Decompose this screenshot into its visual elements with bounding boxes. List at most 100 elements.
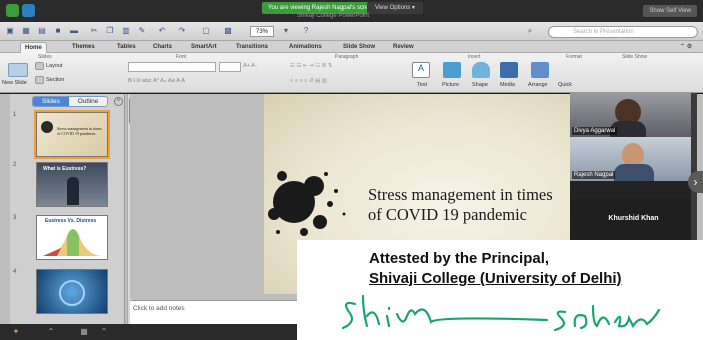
tab-review[interactable]: Review: [393, 42, 414, 53]
new-slide-button[interactable]: New Slide: [2, 80, 27, 86]
slide-thumbnail-4[interactable]: [36, 269, 108, 314]
group-label-slides: Slides: [38, 54, 52, 60]
show-self-view-button[interactable]: Show Self View: [643, 5, 697, 17]
media-icon[interactable]: [500, 62, 518, 78]
section-icon: [35, 76, 44, 84]
slide-number: 1: [13, 112, 17, 118]
slide-title[interactable]: Stress management in times of COVID 19 p…: [368, 185, 553, 225]
font-style-icons[interactable]: B I U abc A² A₂ Aa A A: [128, 78, 185, 84]
slide-thumbnail-1[interactable]: Stress management in times of COVID 19 p…: [34, 110, 110, 159]
view-options-button[interactable]: View Options ▾: [367, 2, 423, 14]
tab-slide-show[interactable]: Slide Show: [343, 42, 375, 53]
tab-slides[interactable]: Slides: [33, 97, 69, 106]
bell-curve-graphic: [43, 229, 103, 256]
slide-number: 3: [13, 215, 17, 221]
participant-body-decor: [614, 164, 654, 181]
align-icons[interactable]: ≡ ≡ ≡ ≡ ⇵ ▤ ▥: [290, 78, 327, 84]
ribbon-tabs: Home Themes Tables Charts SmartArt Trans…: [0, 41, 703, 53]
security-shield-icon[interactable]: [22, 4, 35, 17]
standard-toolbar: ▣ ▦ ▤ ■ ▬ ✂ ❐ ▥ ✎ ↶ ↷ ▢ ▩ 73% ▾ ? ⌕ Sear…: [0, 22, 703, 41]
thumbnail-title: Stress management in times of COVID 19 p…: [57, 126, 102, 136]
layout-icon: [35, 62, 44, 70]
ribbon-home: Slides Font Paragraph Insert Format Slid…: [0, 53, 703, 93]
quick-styles-button[interactable]: Quick: [558, 82, 572, 88]
tab-outline[interactable]: Outline: [68, 97, 108, 106]
cut-icon[interactable]: ✂: [88, 25, 100, 37]
chevron-right-icon[interactable]: ›: [688, 171, 703, 193]
font-grow-icon[interactable]: A+ A-: [243, 63, 257, 69]
search-options-icon[interactable]: ⌕: [524, 25, 536, 37]
sidebar-tabs: Slides Outline: [32, 96, 109, 107]
search-input[interactable]: Search in Presentation: [548, 26, 698, 38]
section-button[interactable]: Section: [46, 77, 64, 83]
slide-title-line-2: of COVID 19 pandemic: [368, 205, 528, 224]
undo-icon[interactable]: ↶: [156, 25, 168, 37]
insert-shape-label[interactable]: Shape: [472, 82, 488, 88]
tab-home[interactable]: Home: [20, 42, 47, 53]
slide-thumbnail-2[interactable]: What is Eustress?: [36, 162, 108, 207]
font-name-field[interactable]: [128, 62, 216, 72]
print-icon[interactable]: ▬: [68, 25, 80, 37]
font-size-field[interactable]: [219, 62, 241, 72]
help-icon[interactable]: ?: [300, 25, 312, 37]
insert-picture-label[interactable]: Picture: [442, 82, 459, 88]
new-icon[interactable]: ▣: [4, 25, 16, 37]
group-label-paragraph: Paragraph: [335, 54, 359, 60]
group-label-slide-show: Slide Show: [622, 54, 648, 60]
gallery-icon[interactable]: ▩: [222, 25, 234, 37]
bullets-icon[interactable]: ☰ ☰ ⇤ ⇥ ☷ ≣ ⇅: [290, 63, 332, 69]
document-title: Shivaji College PowerPoint: [297, 13, 370, 19]
paste-icon[interactable]: ▥: [120, 25, 132, 37]
notes-placeholder: Click to add notes: [133, 305, 185, 312]
group-label-insert: Insert: [468, 54, 481, 60]
participant-name-3[interactable]: Khurshid Khan: [570, 199, 697, 239]
redo-icon[interactable]: ↷: [176, 25, 188, 37]
tab-themes[interactable]: Themes: [72, 42, 95, 53]
templates-icon[interactable]: ▦: [20, 25, 32, 37]
insert-text-label[interactable]: Text: [417, 82, 427, 88]
copy-icon[interactable]: ❐: [104, 25, 116, 37]
dropdown-icon[interactable]: ⌃: [45, 326, 57, 338]
tab-charts[interactable]: Charts: [153, 42, 172, 53]
tab-tables[interactable]: Tables: [117, 42, 136, 53]
participant-name-2: Rajesh Nagpal: [572, 171, 616, 179]
signature-graphic: [341, 294, 661, 332]
head-profile-decor: [59, 280, 85, 306]
slides-sidebar: Slides Outline × 1 Stress management in …: [10, 94, 133, 324]
save-icon[interactable]: ■: [52, 25, 64, 37]
zoom-field[interactable]: 73%: [250, 26, 274, 37]
dropdown-icon[interactable]: ⌃: [98, 326, 110, 338]
arrange-button[interactable]: Arrange: [528, 82, 548, 88]
text-box-icon[interactable]: A: [412, 62, 430, 78]
slide-title-line-1: Stress management in times: [368, 185, 553, 204]
video-tile-1[interactable]: Divya Aggarwal: [570, 93, 697, 137]
zoom-dropdown-icon[interactable]: ▾: [280, 25, 292, 37]
view-icon[interactable]: ✦: [10, 326, 22, 338]
slide-number: 2: [13, 162, 17, 168]
shape-icon[interactable]: [472, 62, 490, 78]
ribbon-collapse-icon[interactable]: ⌃ ⚙: [680, 42, 692, 53]
tab-smartart[interactable]: SmartArt: [191, 42, 217, 53]
insert-media-label[interactable]: Media: [500, 82, 515, 88]
slide-number: 4: [13, 269, 17, 275]
ink-splash-decor: [41, 121, 53, 133]
picture-icon[interactable]: [443, 62, 461, 78]
person-figure-decor: [67, 177, 79, 205]
grid-view-icon[interactable]: ▦: [78, 326, 90, 338]
close-sidebar-icon[interactable]: ×: [114, 97, 123, 106]
group-label-format: Format: [566, 54, 582, 60]
layout-button[interactable]: Layout: [46, 63, 63, 69]
new-slide-icon[interactable]: [8, 63, 28, 77]
attestation-stamp: Attested by the Principal, Shivaji Colle…: [297, 240, 703, 340]
window-close-icon[interactable]: [6, 4, 19, 17]
tab-animations[interactable]: Animations: [289, 42, 322, 53]
open-icon[interactable]: ▤: [36, 25, 48, 37]
slideshow-icon[interactable]: ▢: [200, 25, 212, 37]
slide-thumbnail-3[interactable]: Eustress Vs. Distress: [36, 215, 108, 260]
format-painter-icon[interactable]: ✎: [136, 25, 148, 37]
tab-transitions[interactable]: Transitions: [236, 42, 268, 53]
video-tile-2[interactable]: Rajesh Nagpal: [570, 137, 697, 181]
participant-name-1: Divya Aggarwal: [572, 127, 618, 135]
arrange-icon[interactable]: [531, 62, 549, 78]
window-titlebar: You are viewing Rajesh Nagpal's screen V…: [0, 0, 703, 22]
